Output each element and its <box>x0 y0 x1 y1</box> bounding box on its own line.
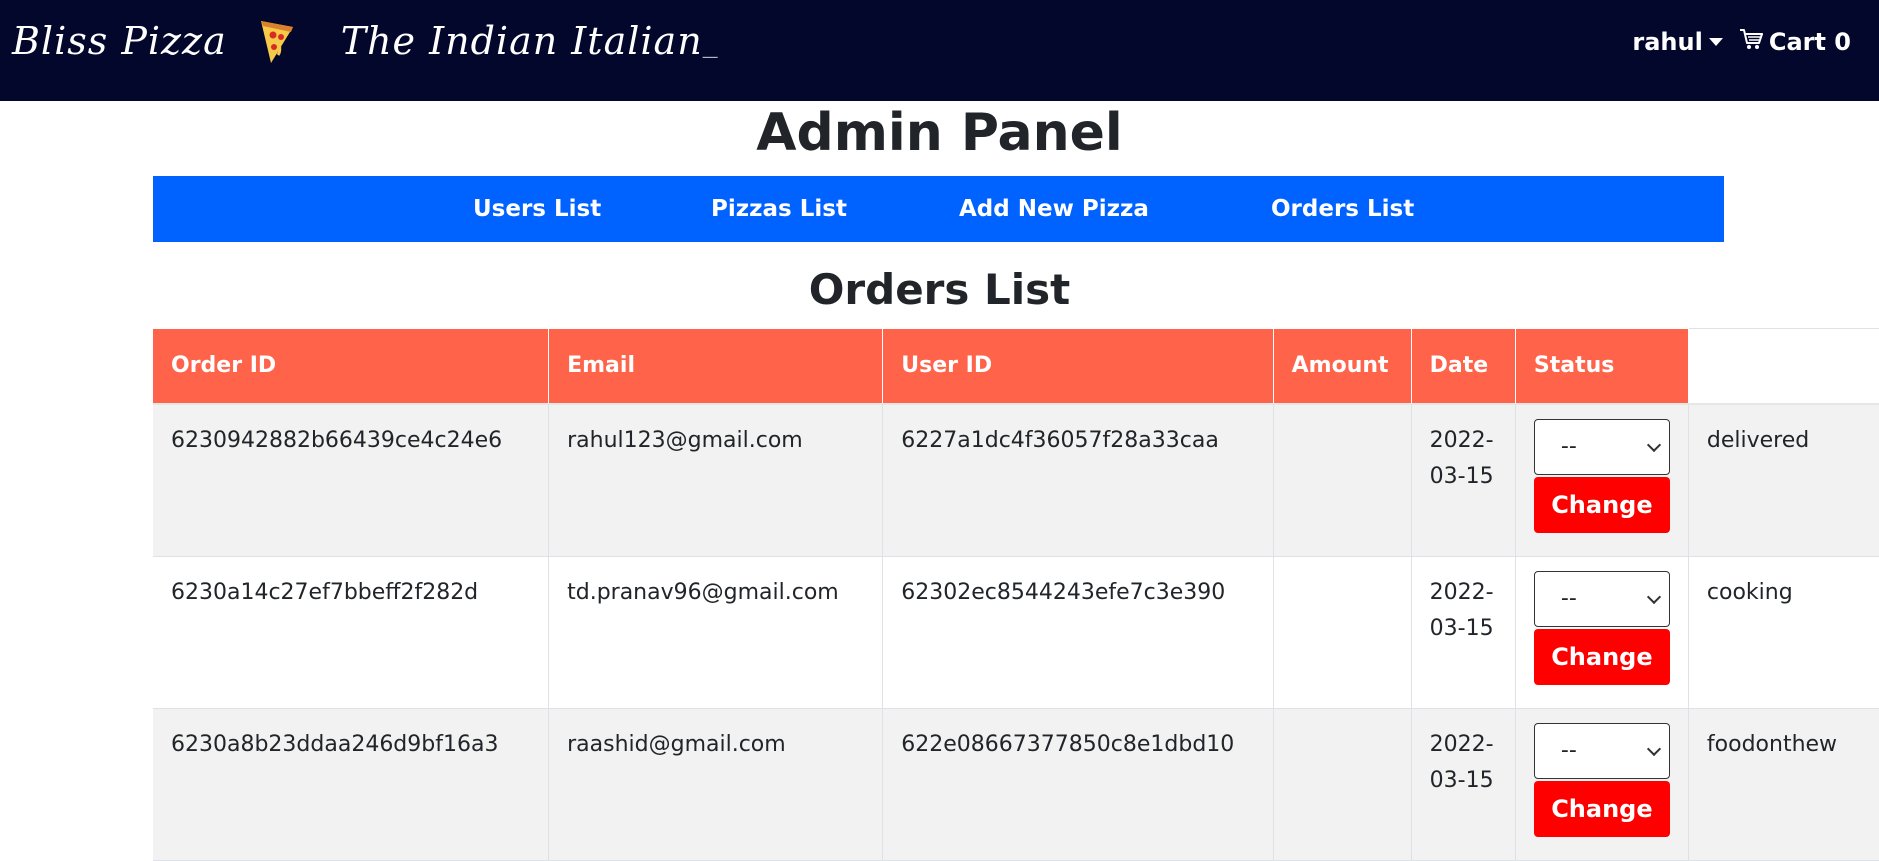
cell-email: td.pranav96@gmail.com <box>548 556 884 709</box>
cell-status: delivered <box>1688 404 1879 557</box>
status-select[interactable]: -- <box>1533 723 1670 779</box>
header-status: Status <box>1515 328 1689 405</box>
cell-date: 2022-03-15 <box>1411 708 1516 861</box>
cell-amount <box>1273 708 1412 861</box>
nav-orders-list[interactable]: Orders List <box>1271 176 1414 242</box>
cell-status: cooking <box>1688 556 1879 709</box>
cell-status-controls: -- Change <box>1515 556 1689 709</box>
cart-icon <box>1739 28 1763 56</box>
chevron-down-icon <box>1646 589 1661 605</box>
cell-order-id: 6230942882b66439ce4c24e6 <box>153 404 550 557</box>
cell-order-id: 6230a14c27ef7bbeff2f282d <box>153 556 550 709</box>
cell-date: 2022-03-15 <box>1411 556 1516 709</box>
caret-down-icon <box>1708 38 1723 46</box>
brand-tagline: The Indian Italian <box>340 19 703 63</box>
cell-date: 2022-03-15 <box>1411 404 1516 557</box>
cell-status-controls: -- Change <box>1515 708 1689 861</box>
cell-user-id: 6227a1dc4f36057f28a33caa <box>882 404 1274 557</box>
change-button[interactable]: Change <box>1533 781 1670 837</box>
pizza-slice-icon <box>257 17 297 65</box>
nav-users-list[interactable]: Users List <box>473 176 601 242</box>
cell-user-id: 622e08667377850c8e1dbd10 <box>882 708 1274 861</box>
table-row: 6230a14c27ef7bbeff2f282d td.pranav96@gma… <box>153 556 1879 709</box>
page-title: Admin Panel <box>756 103 1123 163</box>
cell-email: raashid@gmail.com <box>548 708 884 861</box>
top-navbar: Bliss Pizza The Indian Italian _ rahul C… <box>0 0 1879 101</box>
typing-cursor: _ <box>702 23 719 59</box>
cart-link[interactable]: Cart 0 <box>1739 28 1851 56</box>
admin-nav: Users List Pizzas List Add New Pizza Ord… <box>153 176 1724 242</box>
nav-add-new-pizza[interactable]: Add New Pizza <box>959 176 1149 242</box>
nav-pizzas-list[interactable]: Pizzas List <box>711 176 847 242</box>
cell-amount <box>1273 404 1412 557</box>
header-date: Date <box>1411 328 1516 405</box>
brand-name: Bliss Pizza <box>12 19 227 63</box>
header-amount: Amount <box>1273 328 1412 405</box>
cell-status-controls: -- Change <box>1515 404 1689 557</box>
cell-user-id: 62302ec8544243efe7c3e390 <box>882 556 1274 709</box>
header-user-id: User ID <box>882 328 1274 405</box>
chevron-down-icon <box>1646 741 1661 757</box>
table-header-row: Order ID Email User ID Amount Date Statu… <box>153 328 1879 405</box>
header-order-id: Order ID <box>153 328 550 405</box>
status-select-value: -- <box>1560 434 1577 459</box>
brand[interactable]: Bliss Pizza The Indian Italian _ <box>12 16 719 66</box>
status-select[interactable]: -- <box>1533 571 1670 627</box>
cell-status: foodonthew <box>1688 708 1879 861</box>
cell-amount <box>1273 556 1412 709</box>
status-select[interactable]: -- <box>1533 419 1670 475</box>
table-row: 6230942882b66439ce4c24e6 rahul123@gmail.… <box>153 404 1879 557</box>
username: rahul <box>1632 28 1703 56</box>
cell-order-id: 6230a8b23ddaa246d9bf16a3 <box>153 708 550 861</box>
status-select-value: -- <box>1560 738 1577 763</box>
table-row: 6230a8b23ddaa246d9bf16a3 raashid@gmail.c… <box>153 708 1879 861</box>
change-button[interactable]: Change <box>1533 629 1670 685</box>
header-email: Email <box>548 328 884 405</box>
section-title: Orders List <box>808 265 1071 314</box>
status-select-value: -- <box>1560 586 1577 611</box>
nav-right: rahul Cart 0 <box>1632 24 1851 60</box>
header-blank <box>1688 328 1879 405</box>
cart-label: Cart 0 <box>1768 28 1851 56</box>
change-button[interactable]: Change <box>1533 477 1670 533</box>
cell-email: rahul123@gmail.com <box>548 404 884 557</box>
user-dropdown[interactable]: rahul <box>1632 28 1723 56</box>
chevron-down-icon <box>1646 437 1661 453</box>
orders-table: Order ID Email User ID Amount Date Statu… <box>153 328 1879 861</box>
